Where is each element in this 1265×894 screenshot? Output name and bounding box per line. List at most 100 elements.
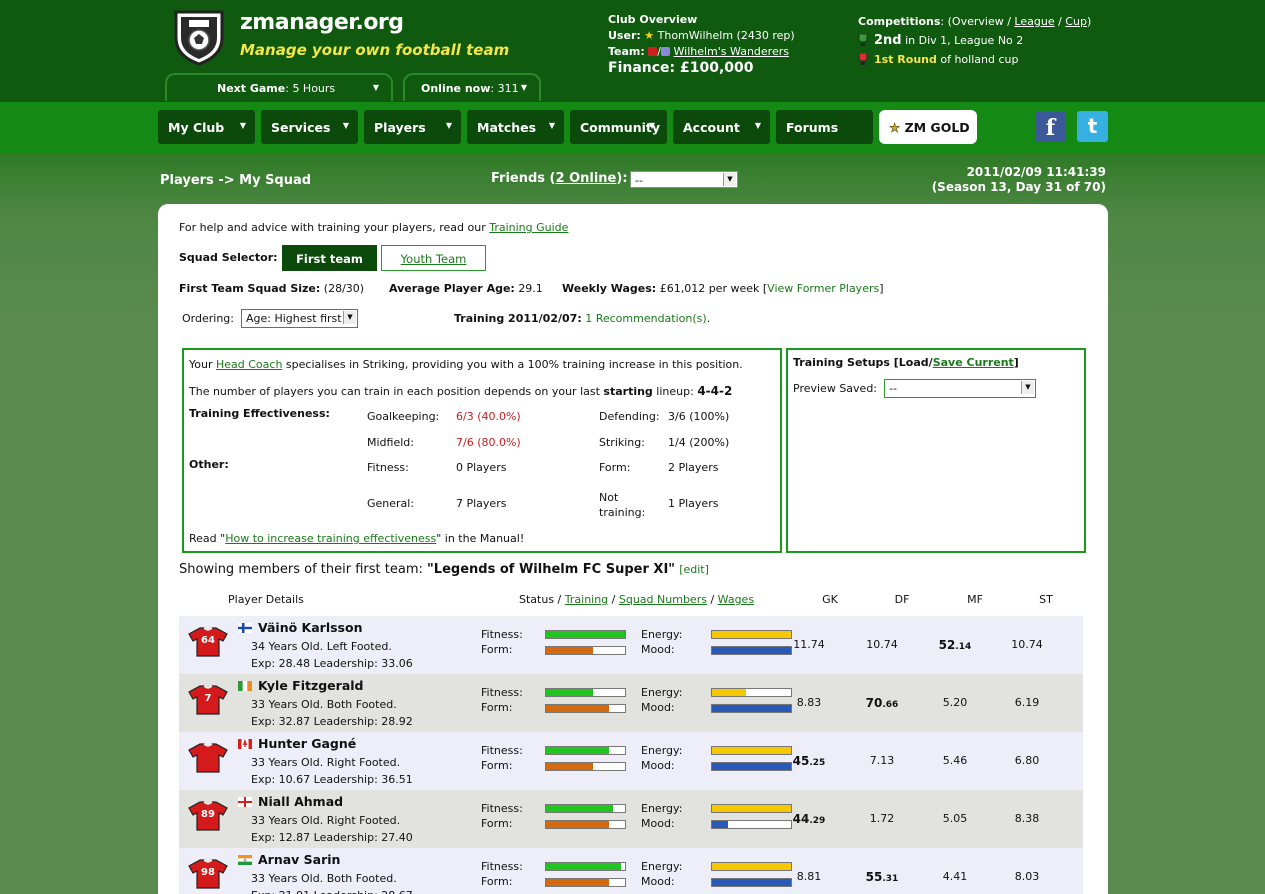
status-header-label: Status <box>519 593 555 606</box>
gk-rating: 8.83 <box>779 696 839 709</box>
avg-age-label: Average Player Age: <box>389 282 515 295</box>
df-header: DF <box>894 593 910 606</box>
mf-rating-value: 5.05 <box>942 812 968 825</box>
save-current-link[interactable]: Save Current <box>933 356 1014 369</box>
table-row[interactable]: Hunter Gagné 33 Years Old. Right Footed. E… <box>179 732 1083 790</box>
df-rating-decimals: .66 <box>882 700 899 710</box>
nav-matches[interactable]: Matches ▼ <box>467 110 564 144</box>
club-overview-title: Club Overview <box>608 13 698 26</box>
next-game-dropdown[interactable]: Next Game: 5 Hours ▼ <box>165 73 393 101</box>
overview-link[interactable]: Overview <box>952 15 1004 28</box>
player-name[interactable]: Kyle Fitzgerald <box>258 678 363 693</box>
energy-bar-fill <box>712 863 791 870</box>
mood-bar-fill <box>712 821 728 828</box>
df-rating-value: 10.74 <box>866 638 898 651</box>
not-training-label-1: Not <box>599 491 619 504</box>
chevron-down-icon: ▼ <box>1021 381 1034 394</box>
player-name[interactable]: Arnav Sarin <box>258 852 340 867</box>
energy-label: Energy: <box>641 686 683 699</box>
mf-rating: 52.14 <box>925 638 985 652</box>
view-former-players-link[interactable]: View Former Players <box>767 282 879 295</box>
fitness-bar <box>545 630 626 639</box>
squad-size-label: First Team Squad Size: <box>179 282 321 295</box>
form-bar <box>545 762 626 771</box>
nav-label: Players <box>374 120 426 135</box>
coach-post: specialises in Striking, providing you w… <box>282 358 743 371</box>
player-name[interactable]: Väinö Karlsson <box>258 620 363 635</box>
mf-rating-decimals: .14 <box>955 642 972 652</box>
form-bar <box>545 704 626 713</box>
table-row[interactable]: 7 Kyle Fitzgerald 33 Years Old. Both Foote… <box>179 674 1083 732</box>
edit-team-link[interactable]: [edit] <box>679 563 709 576</box>
training-guide-link[interactable]: Training Guide <box>489 221 568 234</box>
player-name[interactable]: Hunter Gagné <box>258 736 356 751</box>
mf-value: 7/6 (80.0%) <box>456 436 521 449</box>
chevron-down-icon: ▼ <box>754 121 761 130</box>
df-rating: 70.66 <box>852 696 912 710</box>
effectiveness-label: Training Effectiveness: <box>189 407 330 420</box>
zm-gold-button[interactable]: ★ ZM GOLD <box>879 110 977 144</box>
head-coach-link[interactable]: Head Coach <box>216 358 282 371</box>
fitness-bar-fill <box>546 689 594 696</box>
nav-account[interactable]: Account ▼ <box>673 110 770 144</box>
st-rating: 8.03 <box>997 870 1057 883</box>
gk-value: 6/3 (40.0%) <box>456 410 521 423</box>
player-details-header: Player Details <box>228 593 304 606</box>
club-crest-logo[interactable] <box>172 8 226 66</box>
nav-forums[interactable]: Forums <box>776 110 873 144</box>
st-header: ST <box>1039 593 1053 606</box>
training-effectiveness-manual-link[interactable]: How to increase training effectiveness <box>225 532 436 545</box>
cup-text: of holland cup <box>940 53 1019 66</box>
team-link[interactable]: Wilhelm's Wanderers <box>674 45 789 58</box>
wages-link[interactable]: Wages <box>718 593 754 606</box>
player-exp: Exp: 12.87 Leadership: 27.40 <box>251 831 413 844</box>
lineup-formation: 4-4-2 <box>697 384 733 398</box>
nav-players[interactable]: Players ▼ <box>364 110 461 144</box>
df-rating-decimals: .31 <box>882 874 899 884</box>
youth-team-button[interactable]: Youth Team <box>381 245 486 271</box>
player-info: 33 Years Old. Both Footed. Exp: 32.87 Lea… <box>251 696 413 730</box>
cup-link[interactable]: Cup <box>1065 15 1087 28</box>
table-row[interactable]: 89 Niall Ahmad 33 Years Old. Right Footed.… <box>179 790 1083 848</box>
recommendations-link[interactable]: 1 Recommendation(s) <box>585 312 706 325</box>
fitness-bar <box>545 746 626 755</box>
training-date-label: Training 2011/02/07: <box>454 312 582 325</box>
training-sort-link[interactable]: Training <box>565 593 608 606</box>
st-rating-value: 10.74 <box>1011 638 1043 651</box>
fitness-label: Fitness: <box>481 860 523 873</box>
fitness-label: Fitness: <box>481 628 523 641</box>
gk-rating-value: 8.83 <box>796 696 822 709</box>
df-label: Defending: <box>599 410 660 423</box>
facebook-icon[interactable]: f <box>1035 111 1066 142</box>
friends-label: Friends (2 Online): <box>491 171 628 186</box>
fitness-bar-fill <box>546 863 622 870</box>
twitter-icon[interactable]: t <box>1077 111 1108 142</box>
squad-numbers-link[interactable]: Squad Numbers <box>619 593 707 606</box>
chevron-down-icon: ▼ <box>239 121 246 130</box>
gk-rating-value: 44 <box>792 812 810 826</box>
energy-label: Energy: <box>641 744 683 757</box>
table-row[interactable]: 98 Arnav Sarin 33 Years Old. Both Footed. E… <box>179 848 1083 894</box>
season-text: (Season 13, Day 31 of 70) <box>931 180 1106 194</box>
training-setups-box: Training Setups [Load/Save Current] Prev… <box>786 348 1086 553</box>
nav-community[interactable]: Community ▼ <box>570 110 667 144</box>
ordering-select[interactable]: Age: Highest first ▼ <box>241 309 358 328</box>
form-bar-fill <box>546 879 610 886</box>
league-link[interactable]: League <box>1014 15 1054 28</box>
away-kit-icon <box>661 47 671 56</box>
team-label: Team: <box>608 45 645 58</box>
friends-online-link[interactable]: 2 Online <box>556 171 617 186</box>
site-name[interactable]: zmanager.org <box>240 10 404 35</box>
league-position: 2nd <box>874 33 902 48</box>
online-now-dropdown[interactable]: Online now: 311 ▼ <box>403 73 541 101</box>
player-name[interactable]: Niall Ahmad <box>258 794 343 809</box>
friends-select[interactable]: -- ▼ <box>630 171 738 188</box>
nav-my-club[interactable]: My Club ▼ <box>158 110 255 144</box>
chevron-down-icon: ▼ <box>343 311 356 324</box>
player-info: 33 Years Old. Right Footed. Exp: 10.67 Le… <box>251 754 413 788</box>
energy-bar-fill <box>712 805 791 812</box>
preview-saved-select[interactable]: -- ▼ <box>884 379 1036 398</box>
table-row[interactable]: 64 Väinö Karlsson 34 Years Old. Left Foote… <box>179 616 1083 674</box>
nav-services[interactable]: Services ▼ <box>261 110 358 144</box>
first-team-button[interactable]: First team <box>282 245 377 271</box>
